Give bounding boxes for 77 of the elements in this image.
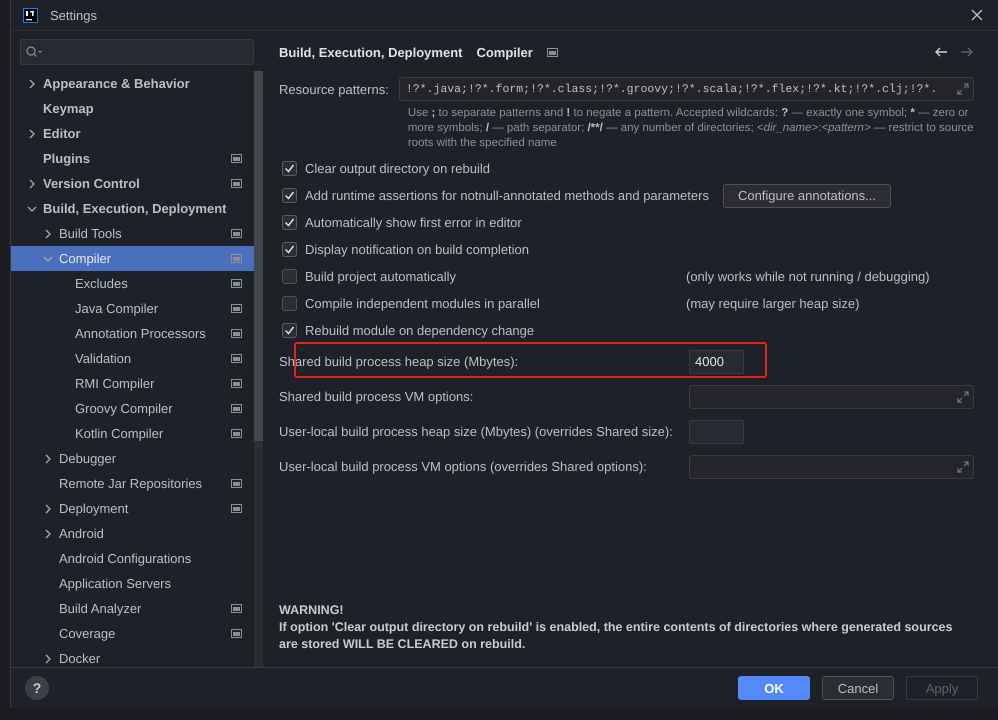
tree-item[interactable]: Debugger bbox=[11, 446, 254, 471]
warning-text: If option 'Clear output directory on rebuild' is enabled, the entire contents of directories where generated sources are stored WILL BE CLEARED on rebuild. bbox=[279, 619, 954, 653]
resource-patterns-field[interactable]: !?*.java;!?*.form;!?*.class;!?*.groovy;!?*.scala;!?*.flex;!?*.kt;!?*.clj;!?*. bbox=[398, 77, 974, 101]
checkbox-label: Compile independent modules in parallel bbox=[305, 296, 540, 311]
configure-button[interactable]: Configure annotations... bbox=[722, 184, 891, 208]
expand-icon[interactable] bbox=[957, 460, 969, 472]
option-note: (may require larger heap size) bbox=[686, 296, 860, 311]
tree-item[interactable]: Java Compiler bbox=[11, 296, 254, 321]
field-label: User-local build process VM options (overrides Shared options): bbox=[279, 459, 648, 474]
help-button[interactable]: ? bbox=[25, 676, 49, 700]
vm-options-field[interactable] bbox=[689, 384, 974, 408]
forward-arrow-icon[interactable] bbox=[960, 45, 974, 59]
checkbox-label: Add runtime assertions for notnull-annotated methods and parameters bbox=[305, 188, 709, 203]
chevron-right-icon[interactable] bbox=[43, 504, 53, 514]
warning-title: WARNING! bbox=[279, 602, 345, 619]
tree-item[interactable]: Application Servers bbox=[11, 571, 254, 596]
option-note: (only works while not running / debugging) bbox=[686, 269, 931, 284]
checkbox[interactable] bbox=[282, 242, 297, 257]
tree-item[interactable]: Remote Jar Repositories bbox=[11, 471, 254, 496]
chevron-right-icon[interactable] bbox=[43, 528, 53, 538]
checkbox[interactable] bbox=[282, 296, 297, 311]
checkbox[interactable] bbox=[282, 188, 297, 203]
chevron-right-icon[interactable] bbox=[27, 178, 37, 188]
tree-item[interactable]: Build, Execution, Deployment bbox=[11, 196, 254, 221]
tree-item[interactable]: Appearance & Behavior bbox=[11, 71, 254, 96]
expand-icon[interactable] bbox=[957, 390, 969, 402]
tree-item[interactable]: Plugins bbox=[11, 146, 254, 171]
tree-item[interactable]: Editor bbox=[11, 121, 254, 146]
app-logo-icon bbox=[23, 8, 38, 22]
tree-item[interactable]: Docker bbox=[11, 646, 254, 667]
chevron-down-icon[interactable] bbox=[27, 204, 37, 214]
breadcrumb-item: Compiler bbox=[476, 44, 533, 60]
back-arrow-icon[interactable] bbox=[934, 45, 948, 59]
tree-item[interactable]: Build Tools bbox=[11, 221, 254, 246]
field-label: Resource patterns: bbox=[279, 81, 389, 99]
number-field[interactable] bbox=[689, 420, 744, 444]
tree-item[interactable]: Keymap bbox=[11, 96, 254, 121]
checkbox[interactable] bbox=[282, 269, 297, 284]
tree-item[interactable]: Android Configurations bbox=[11, 546, 254, 571]
field-label: Shared build process VM options: bbox=[279, 389, 474, 404]
checkbox-label: Display notification on build completion bbox=[305, 242, 530, 257]
checkbox-label: Automatically show first error in editor bbox=[305, 215, 522, 230]
tree-item[interactable]: Kotlin Compiler bbox=[11, 421, 254, 446]
checkbox[interactable] bbox=[282, 215, 297, 230]
chevron-right-icon[interactable] bbox=[27, 128, 37, 138]
tree-item[interactable]: Deployment bbox=[11, 496, 254, 521]
checkbox[interactable] bbox=[282, 161, 297, 176]
help-text: Use ; to separate patterns and ! to negate a pattern. Accepted wildcards: ? — exactly one symbol; * — zero or more symbols; / — path separator; /**/ — any number of directories; <dir_name>:<pattern> — restrict to source roots with the specified name bbox=[408, 106, 974, 151]
tree-item[interactable]: Android bbox=[11, 521, 254, 546]
breadcrumb-item: Build, Execution, Deployment bbox=[279, 44, 462, 60]
chevron-right-icon[interactable] bbox=[43, 454, 53, 464]
tree-item[interactable]: Groovy Compiler bbox=[11, 396, 254, 421]
tree-item[interactable]: Excludes bbox=[11, 271, 254, 296]
close-icon[interactable] bbox=[970, 8, 984, 22]
window-title: Settings bbox=[50, 8, 98, 22]
field-label: User-local build process heap size (Mbytes) (overrides Shared size): bbox=[279, 424, 674, 439]
scrollbar[interactable] bbox=[254, 71, 263, 667]
tree-item[interactable]: Coverage bbox=[11, 621, 254, 646]
chevron-right-icon[interactable] bbox=[43, 228, 53, 238]
checkbox-label: Build project automatically bbox=[305, 269, 456, 284]
tree-item[interactable]: Annotation Processors bbox=[11, 321, 254, 346]
search-field[interactable] bbox=[20, 39, 254, 65]
tree-item[interactable]: RMI Compiler bbox=[11, 371, 254, 396]
checkbox[interactable] bbox=[282, 323, 297, 338]
chevron-right-icon[interactable] bbox=[43, 654, 53, 664]
checkbox-label: Rebuild module on dependency change bbox=[305, 323, 534, 338]
chevron-right-icon[interactable] bbox=[27, 78, 37, 88]
dialog-button[interactable]: Cancel bbox=[822, 676, 894, 700]
vm-options-field[interactable] bbox=[689, 454, 974, 478]
number-field[interactable]: 4000 bbox=[689, 350, 744, 374]
tree-item[interactable]: Compiler bbox=[11, 246, 254, 271]
tree-item[interactable]: Version Control bbox=[11, 171, 254, 196]
checkbox-label: Clear output directory on rebuild bbox=[305, 161, 490, 176]
tree-item[interactable]: Build Analyzer bbox=[11, 596, 254, 621]
tree-item[interactable]: Validation bbox=[11, 346, 254, 371]
search-icon bbox=[26, 46, 42, 58]
expand-icon[interactable] bbox=[957, 83, 969, 95]
